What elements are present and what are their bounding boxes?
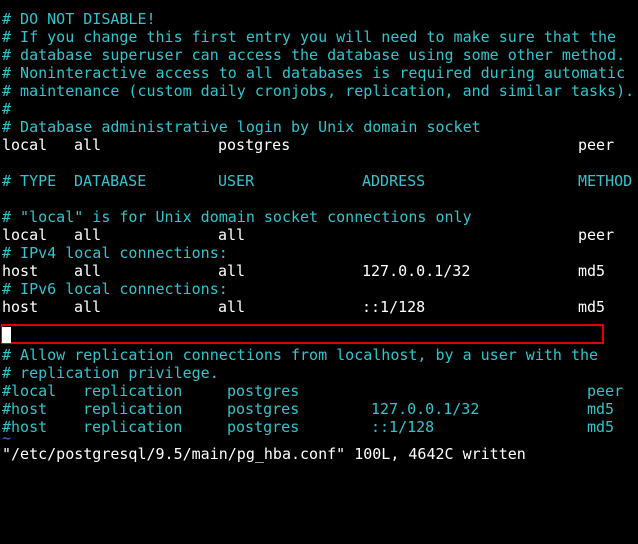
comment-line: # replication privilege.	[2, 364, 219, 382]
entry-database: replication	[83, 400, 183, 418]
entry-database: all	[74, 298, 102, 316]
commented-entry-local: #local replication postgres peer	[2, 382, 638, 400]
comment-line: #	[2, 100, 12, 118]
entry-user: all	[218, 262, 246, 280]
entry-method: peer	[587, 382, 624, 400]
entry-user: postgres	[227, 418, 300, 436]
comment-line: # DO NOT DISABLE!	[2, 10, 156, 28]
config-entry-admin: local all postgres peer	[2, 136, 638, 154]
config-entry-ipv4: host all all 127.0.0.1/32 md5	[2, 262, 638, 280]
entry-user: all	[218, 226, 246, 244]
text-cursor[interactable]	[2, 327, 11, 343]
entry-type: host	[2, 298, 39, 316]
header-database: DATABASE	[74, 172, 147, 190]
entry-database: replication	[83, 418, 183, 436]
comment-line: # database superuser can access the data…	[2, 46, 626, 64]
header-type: # TYPE	[2, 172, 57, 190]
comment-line: # Allow replication connections from loc…	[2, 346, 599, 364]
entry-address: 127.0.0.1/32	[362, 262, 471, 280]
entry-address: ::1/128	[362, 298, 426, 316]
commented-entry-host4: #host replication postgres 127.0.0.1/32 …	[2, 400, 638, 418]
comment-line: # maintenance (custom daily cronjobs, re…	[2, 82, 635, 100]
entry-database: all	[74, 136, 102, 154]
entry-method: md5	[578, 298, 606, 316]
comment-line: # IPv6 local connections:	[2, 280, 228, 298]
entry-user: postgres	[227, 382, 300, 400]
header-address: ADDRESS	[362, 172, 426, 190]
entry-user: all	[218, 298, 246, 316]
config-entry-ipv6: host all all ::1/128 md5	[2, 298, 638, 316]
comment-line: # Noninteractive access to all databases…	[2, 64, 626, 82]
entry-type: #host	[2, 400, 48, 418]
highlight-box	[1, 324, 604, 344]
entry-database: replication	[83, 382, 183, 400]
entry-type: #local	[2, 382, 57, 400]
entry-user: postgres	[218, 136, 291, 154]
header-method: METHOD	[578, 172, 633, 190]
entry-method: md5	[578, 262, 606, 280]
entry-address: 127.0.0.1/32	[371, 400, 480, 418]
comment-line: # "local" is for Unix domain socket conn…	[2, 208, 472, 226]
column-header: # TYPE DATABASE USER ADDRESS METHOD	[2, 172, 638, 190]
entry-address: ::1/128	[371, 418, 435, 436]
entry-method: md5	[587, 400, 615, 418]
header-user: USER	[218, 172, 255, 190]
entry-method: md5	[587, 418, 615, 436]
entry-type: local	[2, 136, 48, 154]
commented-entry-host6: #host replication postgres ::1/128 md5	[2, 418, 638, 436]
empty-line-tilde: ~	[2, 429, 12, 447]
comment-line: # If you change this first entry you wil…	[2, 28, 617, 46]
terminal-window[interactable]: # DO NOT DISABLE! # If you change this f…	[0, 5, 638, 463]
entry-method: peer	[578, 226, 615, 244]
entry-user: postgres	[227, 400, 300, 418]
entry-type: host	[2, 262, 39, 280]
entry-database: all	[74, 226, 102, 244]
comment-line: # IPv4 local connections:	[2, 244, 228, 262]
status-bar: "/etc/postgresql/9.5/main/pg_hba.conf" 1…	[2, 445, 526, 463]
entry-type: local	[2, 226, 48, 244]
config-entry-local: local all all peer	[2, 226, 638, 244]
entry-database: all	[74, 262, 102, 280]
entry-method: peer	[578, 136, 615, 154]
comment-line: # Database administrative login by Unix …	[2, 118, 481, 136]
